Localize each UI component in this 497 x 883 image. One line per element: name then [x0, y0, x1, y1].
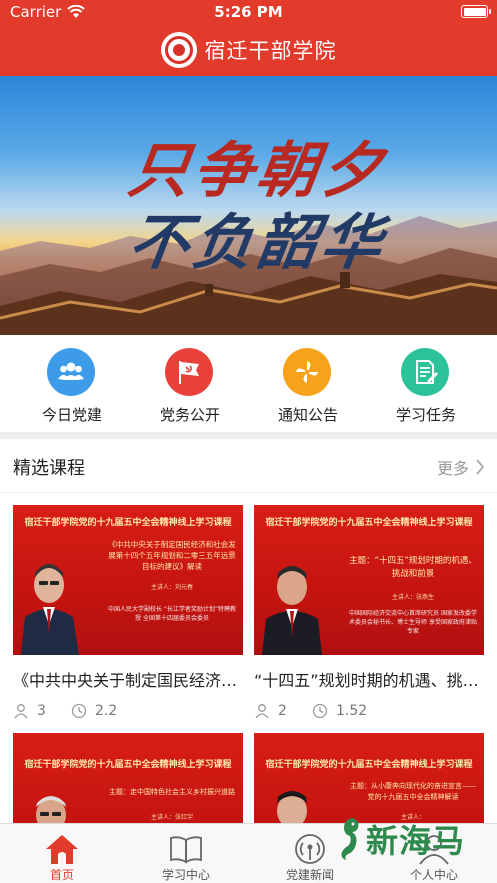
course-hours-value: 1.52	[336, 703, 368, 719]
speaker-photo	[36, 796, 66, 823]
nav-label: 学习任务	[395, 406, 456, 424]
person-icon	[14, 704, 28, 719]
section-title: 精选课程	[13, 458, 85, 479]
course-card[interactable]: 宿迁干部学院党的十九届五中全会精神线上学习课程 主题：走中国特色社会主义乡村振兴…	[13, 733, 243, 823]
course-meta: 3 2.2	[13, 703, 243, 723]
college-logo	[160, 32, 197, 68]
learner-count-value: 3	[37, 703, 46, 719]
document-edit-icon	[401, 348, 449, 396]
clock-icon	[312, 703, 328, 719]
page-title: 宿迁干部学院	[204, 39, 337, 63]
thumbnail-speaker: 主讲人：张红宇	[150, 814, 193, 821]
learner-count: 3	[13, 703, 46, 719]
thumbnail-subject: 《中共中央关于制定国民经济和社会发展第十四个五年规划和二零三五年远景目标的建议》…	[108, 540, 236, 571]
chevron-right-icon	[476, 459, 485, 475]
people-icon	[47, 348, 95, 396]
learner-count-value: 2	[278, 703, 287, 719]
thumbnail-speaker: 主讲人：刘元春	[150, 584, 193, 591]
course-hours-value: 2.2	[95, 703, 118, 719]
seahorse-icon	[341, 818, 359, 860]
quick-nav: 今日党建 党务公开 通知公告 学习任务	[0, 336, 497, 432]
tab-label: 个人中心	[409, 868, 458, 882]
pinwheel-icon	[283, 348, 331, 396]
thumbnail-banner-title: 宿迁干部学院党的十九届五中全会精神线上学习课程	[265, 518, 473, 528]
thumbnail-speaker-info: 中国国际经济交流中心首席研究员 国家发改委学术委员会秘书长、博士生导师 享受国家…	[349, 610, 477, 635]
thumbnail-speaker-info: 中国人民大学副校长 “长江学者奖励计划”特聘教授 全国第十四届委员会委员	[107, 606, 237, 622]
more-label: 更多	[436, 459, 469, 478]
nav-label: 党务公开	[159, 406, 220, 424]
home-icon	[44, 832, 80, 866]
course-title: 《中共中央关于制定国民经济和社会发展第十四个五年规划和二〇三五年远景目标的建议》…	[13, 671, 243, 690]
watermark: 新海马	[338, 814, 488, 864]
course-meta: 2 1.52	[254, 703, 484, 723]
clock-icon	[71, 703, 87, 719]
course-card[interactable]: 宿迁干部学院党的十九届五中全会精神线上学习课程 主题：“十四五”规划时期的机遇、…	[254, 505, 484, 723]
more-link[interactable]: 更多	[437, 455, 485, 479]
tab-study-center[interactable]: 学习中心	[124, 824, 248, 883]
clock: 5:26 PM	[214, 3, 283, 21]
learner-count: 2	[254, 703, 287, 719]
section-divider	[0, 432, 497, 439]
nav-party-affairs[interactable]: 党务公开	[131, 336, 249, 432]
tab-home[interactable]: 首页	[0, 824, 124, 883]
top-bar: Carrier 5:26 PM 宿迁干部学院	[0, 0, 497, 76]
broadcast-icon	[292, 832, 328, 866]
nav-study-tasks[interactable]: 学习任务	[367, 336, 485, 432]
app-title: 宿迁干部学院	[0, 30, 497, 70]
nav-notices[interactable]: 通知公告	[249, 336, 367, 432]
book-icon	[168, 832, 204, 866]
course-thumbnail: 宿迁干部学院党的十九届五中全会精神线上学习课程 主题：走中国特色社会主义乡村振兴…	[13, 733, 243, 823]
watermark-text: 新海马	[366, 822, 466, 860]
thumbnail-subject: 主题：走中国特色社会主义乡村振兴道路	[109, 788, 235, 796]
course-hours: 1.52	[312, 703, 367, 719]
nav-today-party[interactable]: 今日党建	[13, 336, 131, 432]
course-card[interactable]: 宿迁干部学院党的十九届五中全会精神线上学习课程 《中共中央关于制定国民经济和社会…	[13, 505, 243, 723]
thumbnail-banner-title: 宿迁干部学院党的十九届五中全会精神线上学习课程	[265, 760, 473, 770]
tab-label: 首页	[49, 868, 74, 882]
nav-label: 今日党建	[41, 406, 102, 424]
tab-label: 学习中心	[161, 868, 210, 882]
thumbnail-banner-title: 宿迁干部学院党的十九届五中全会精神线上学习课程	[24, 518, 232, 528]
hero-banner[interactable]: 只争朝夕 不负韶华	[0, 76, 497, 335]
party-flag-icon	[165, 348, 213, 396]
course-thumbnail: 宿迁干部学院党的十九届五中全会精神线上学习课程 主题：从小康奔向现代化的奋进宣言…	[254, 733, 484, 823]
banner-slogan-2: 不负韶华	[124, 208, 391, 278]
thumbnail-banner-title: 宿迁干部学院党的十九届五中全会精神线上学习课程	[24, 760, 232, 770]
thumbnail-subject: 主题：“十四五”规划时期的机遇、挑战和前景	[349, 556, 477, 579]
course-thumbnail: 宿迁干部学院党的十九届五中全会精神线上学习课程 主题：“十四五”规划时期的机遇、…	[254, 505, 484, 655]
thumbnail-subject: 主题：从小康奔向现代化的奋进宣言——党的十九届五中全会精神解读	[350, 782, 476, 801]
person-icon	[255, 704, 269, 719]
course-thumbnail: 宿迁干部学院党的十九届五中全会精神线上学习课程 《中共中央关于制定国民经济和社会…	[13, 505, 243, 655]
speaker-photo	[262, 566, 322, 655]
tab-label: 党建新闻	[285, 868, 334, 882]
course-title: “十四五”规划时期的机遇、挑战和前景	[254, 671, 484, 690]
battery-icon	[461, 5, 491, 18]
featured-courses-header: 精选课程 更多	[0, 439, 497, 493]
course-hours: 2.2	[71, 703, 117, 719]
nav-label: 通知公告	[277, 406, 338, 424]
thumbnail-speaker: 主讲人：张燕生	[391, 594, 434, 601]
course-card[interactable]: 宿迁干部学院党的十九届五中全会精神线上学习课程 主题：从小康奔向现代化的奋进宣言…	[254, 733, 484, 823]
speaker-photo	[277, 791, 307, 823]
status-bar: Carrier 5:26 PM	[0, 0, 497, 24]
speaker-photo	[21, 564, 79, 655]
